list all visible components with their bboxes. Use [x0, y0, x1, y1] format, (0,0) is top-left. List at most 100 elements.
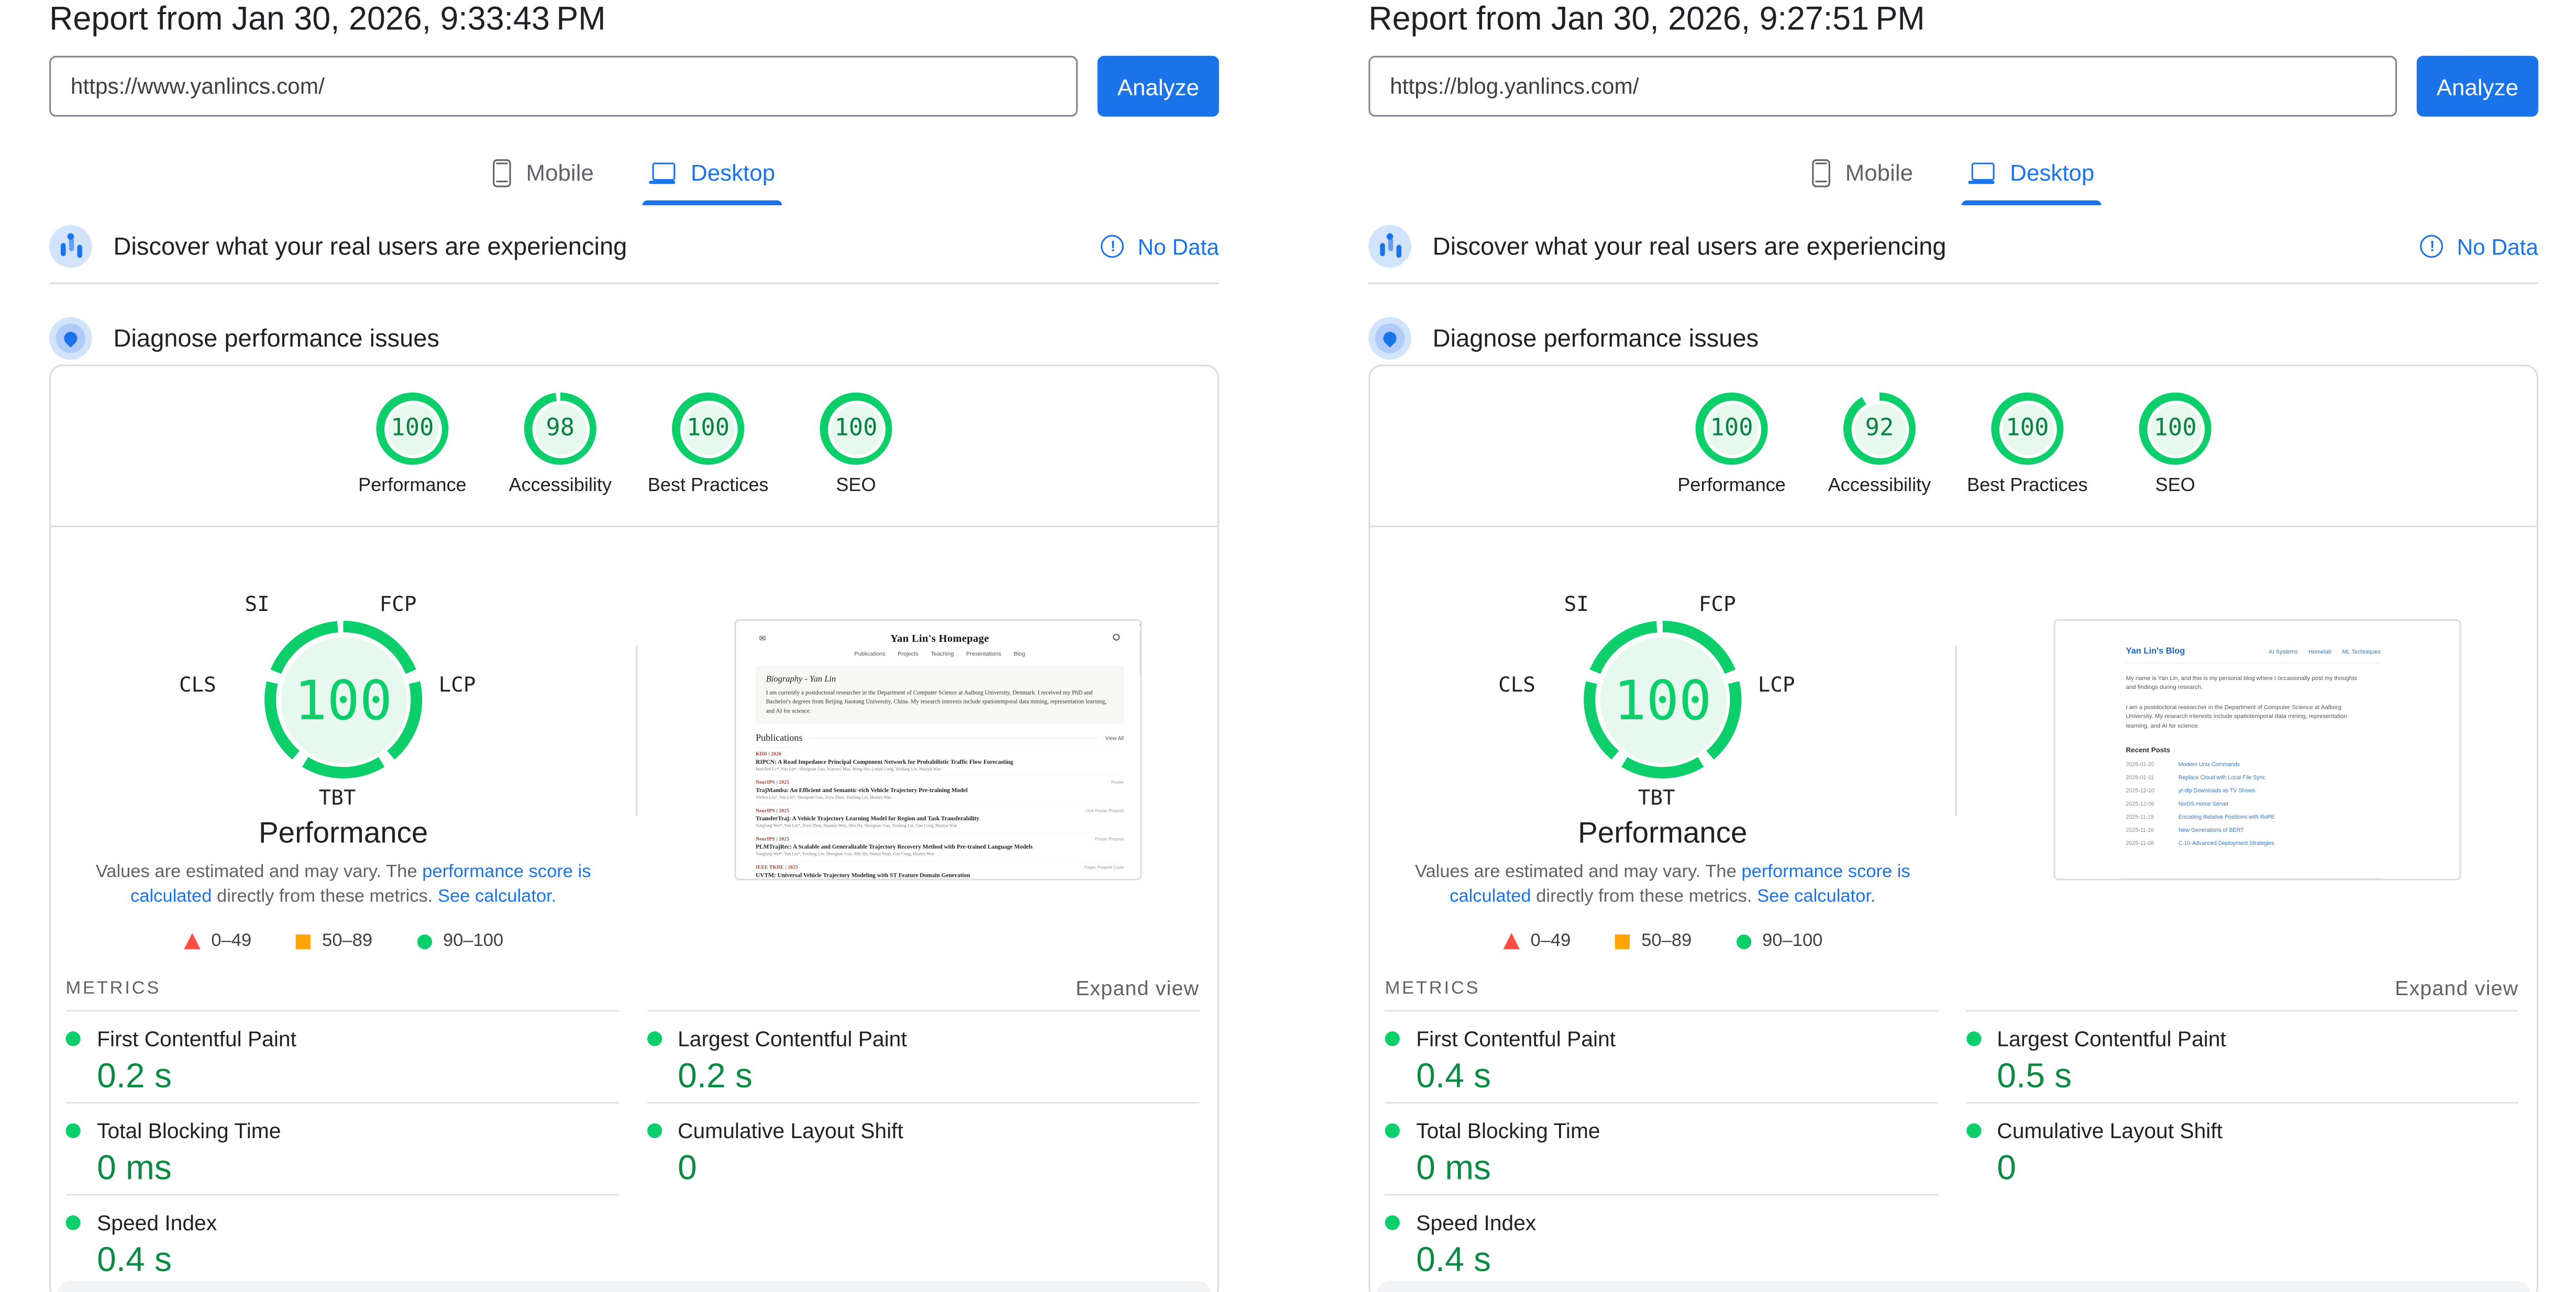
- gauge-ring: 100: [1584, 621, 1741, 778]
- field-section-heading: Discover what your real users are experi…: [113, 232, 627, 260]
- mini-biography-card: Biography - Yan Lin I am currently a pos…: [756, 666, 1124, 723]
- metric-acronym-si: SI: [245, 591, 269, 616]
- score-ring: 100: [820, 393, 892, 465]
- score-value: 100: [2139, 393, 2212, 465]
- pass-dot-icon: [65, 1123, 80, 1138]
- pass-dot-icon: [646, 1123, 661, 1138]
- page-screenshot-thumbnail[interactable]: Yan Lin's Blog AI Systems Homelab ML Tec…: [2054, 619, 2461, 881]
- page-screenshot-thumbnail[interactable]: ✉ Yan Lin's Homepage Publications Projec…: [734, 619, 1142, 881]
- score-value: 92: [1843, 393, 1916, 465]
- mini-recent-posts-heading: Recent Posts: [2126, 746, 2381, 754]
- metric-cls: Cumulative Layout Shift 0: [646, 1104, 1199, 1196]
- mini-nav: Publications Projects Teaching Presentat…: [756, 650, 1124, 657]
- score-best-practices[interactable]: 100 Best Practices: [1953, 393, 2101, 496]
- disclaimer-text: directly from these metrics.: [1531, 887, 1757, 907]
- pass-dot-icon: [646, 1031, 661, 1046]
- analyze-button[interactable]: Analyze: [2417, 56, 2538, 117]
- phone-icon: [1812, 159, 1831, 186]
- no-data-link[interactable]: ! No Data: [2421, 234, 2538, 259]
- laptop-icon: [650, 162, 676, 183]
- metric-name: First Contentful Paint: [97, 1027, 296, 1051]
- tab-desktop[interactable]: Desktop: [646, 144, 778, 201]
- analyze-button[interactable]: Analyze: [1098, 56, 1219, 117]
- diagnose-gauge-icon: [1368, 317, 1411, 360]
- real-users-icon: [49, 225, 92, 268]
- metric-name: Total Blocking Time: [97, 1118, 281, 1143]
- score-performance[interactable]: 100 Performance: [1657, 393, 1805, 496]
- url-input[interactable]: [1368, 56, 2397, 117]
- metric-acronym-lcp: LCP: [1758, 672, 1795, 696]
- mini-scrollbar: [1139, 623, 1142, 879]
- score-label: Accessibility: [509, 476, 612, 496]
- mini-bio-text: I am currently a postdoctoral researcher…: [766, 688, 1114, 716]
- rule: [2126, 878, 2381, 879]
- lab-data-row: Diagnose performance issues: [49, 315, 1219, 361]
- mini-nav-item: AI Systems: [2269, 648, 2298, 655]
- pass-dot-icon: [65, 1216, 80, 1230]
- no-data-link[interactable]: ! No Data: [1101, 234, 1219, 259]
- next-section-bar[interactable]: [1377, 1281, 2530, 1292]
- score-label: SEO: [836, 476, 876, 496]
- metric-value: 0 ms: [1416, 1150, 1938, 1189]
- mini-intro-paragraph: My name is Yan Lin, and this is my perso…: [2126, 674, 2360, 692]
- device-tabs: Mobile Desktop: [49, 144, 1219, 201]
- score-accessibility[interactable]: 98 Accessibility: [487, 393, 634, 496]
- pass-dot-icon: [1966, 1031, 1981, 1046]
- mini-nav-item: Presentations: [966, 650, 1001, 657]
- pass-dot-icon: [65, 1031, 80, 1046]
- score-performance[interactable]: 100 Performance: [338, 393, 486, 496]
- laptop-icon: [1969, 162, 1995, 183]
- disclaimer-text: Values are estimated and may vary. The: [96, 862, 422, 882]
- tab-desktop[interactable]: Desktop: [1965, 144, 2097, 201]
- metric-si: Speed Index 0.4 s: [65, 1196, 618, 1288]
- legend-range: 0–49: [1531, 931, 1571, 951]
- field-data-row: Discover what your real users are experi…: [1368, 224, 2538, 270]
- mini-bio-title: Biography - Yan Lin: [766, 674, 1114, 684]
- pass-dot-icon: [1385, 1123, 1400, 1138]
- score-seo[interactable]: 100 SEO: [782, 393, 930, 496]
- score-value: 100: [1991, 393, 2063, 465]
- metric-acronym-cls: CLS: [1498, 672, 1535, 696]
- tab-mobile[interactable]: Mobile: [490, 144, 597, 201]
- report-panel-left: Report from Jan 30, 2026, 9:33:43 PM Ana…: [49, 0, 1219, 1292]
- section-divider: [1368, 283, 2538, 284]
- metric-name: First Contentful Paint: [1416, 1027, 1616, 1051]
- url-input[interactable]: [49, 56, 1078, 117]
- homepage-mini-preview: ✉ Yan Lin's Homepage Publications Projec…: [736, 621, 1142, 881]
- metric-acronym-lcp: LCP: [439, 672, 476, 696]
- performance-gauge[interactable]: SI FCP LCP CLS TBT 100: [163, 604, 524, 851]
- next-section-bar[interactable]: [58, 1281, 1211, 1292]
- see-calculator-link[interactable]: See calculator.: [438, 887, 556, 907]
- disclaimer-text: directly from these metrics.: [212, 887, 438, 907]
- active-tab-underline: [1962, 199, 2101, 205]
- legend-pass: 90–100: [1736, 931, 1822, 951]
- expand-view-button[interactable]: Expand view: [2395, 977, 2518, 1000]
- lab-section-heading: Diagnose performance issues: [1433, 325, 1759, 352]
- score-seo[interactable]: 100 SEO: [2101, 393, 2249, 496]
- performance-gauge[interactable]: SI FCP LCP CLS TBT 100: [1482, 604, 1843, 851]
- gauge-and-screenshot-row: SI FCP LCP CLS TBT 100 Performance Value…: [1370, 527, 2538, 974]
- metric-name: Cumulative Layout Shift: [1997, 1118, 2223, 1143]
- mini-post-row: 2026-01-11Replace Cloud with Local File …: [2126, 774, 2381, 781]
- mini-publication: NeurIPS | 2025Poster Preprint PLMTrajRec…: [756, 832, 1124, 856]
- real-users-icon: [1368, 225, 1411, 268]
- tab-mobile[interactable]: Mobile: [1809, 144, 1917, 201]
- pass-dot-icon: [1385, 1216, 1400, 1230]
- blog-mini-preview: Yan Lin's Blog AI Systems Homelab ML Tec…: [2055, 621, 2461, 881]
- score-ring: 100: [376, 393, 448, 465]
- expand-view-button[interactable]: Expand view: [1076, 977, 1199, 1000]
- info-icon: !: [2421, 235, 2444, 258]
- score-accessibility[interactable]: 92 Accessibility: [1806, 393, 1953, 496]
- mini-footer: Homepage GitHub Email © 2026 Yan Lin. Co…: [2126, 878, 2381, 881]
- pass-dot-icon: [1385, 1031, 1400, 1046]
- metric-value: 0.5 s: [1997, 1057, 2518, 1097]
- tab-mobile-label: Mobile: [1845, 159, 1913, 185]
- metric-name: Largest Contentful Paint: [678, 1027, 907, 1051]
- mini-nav: AI Systems Homelab ML Techniques: [2269, 648, 2381, 655]
- score-value: 100: [376, 393, 448, 465]
- score-ring: 92: [1843, 393, 1916, 465]
- mini-post-row: 2026-01-20Modern Unix Commands: [2126, 761, 2381, 767]
- mini-publications-header: Publications View All: [756, 733, 1124, 743]
- score-best-practices[interactable]: 100 Best Practices: [634, 393, 782, 496]
- see-calculator-link[interactable]: See calculator.: [1757, 887, 1875, 907]
